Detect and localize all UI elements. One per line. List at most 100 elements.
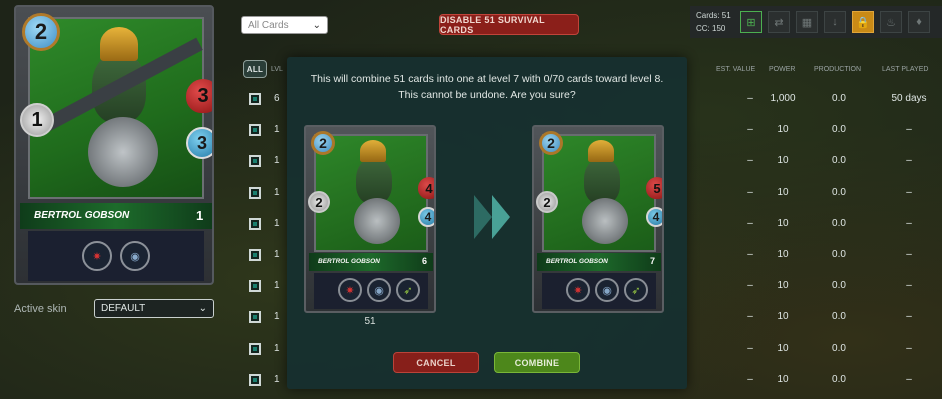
- card-level: 7: [650, 256, 656, 266]
- row-checkbox[interactable]: [249, 217, 261, 230]
- download-icon[interactable]: ↓: [824, 11, 846, 33]
- lock-icon[interactable]: 🔒: [852, 11, 874, 33]
- row-production: 0.0: [832, 124, 846, 136]
- card-count: 51: [364, 316, 376, 327]
- row-power: 10: [777, 311, 789, 323]
- card-name-bar: BERTROL GOBSON 6: [309, 253, 433, 271]
- blast-ability-icon: ✷: [82, 241, 112, 271]
- card-detail: 2 1 3 3 BERTROL GOBSON 1 ✷ ◉: [14, 5, 214, 285]
- dialog-message-line1: This will combine 51 cards into one at l…: [310, 73, 664, 85]
- row-est-value: –: [747, 93, 753, 104]
- dodge-ability-icon: ➶: [624, 278, 648, 302]
- dodge-ability-icon: ➶: [396, 278, 420, 302]
- row-checkbox[interactable]: [249, 373, 261, 386]
- filter-value: All Cards: [248, 19, 289, 31]
- card-filter-select[interactable]: All Cards ⌄: [241, 16, 328, 34]
- row-checkbox[interactable]: [249, 311, 261, 324]
- disable-survival-button[interactable]: DISABLE 51 SURVIVAL CARDS: [439, 14, 579, 35]
- cancel-button[interactable]: CANCEL: [393, 352, 479, 373]
- fire-icon[interactable]: ♦: [908, 11, 930, 33]
- melee-attack-icon: 1: [20, 103, 54, 137]
- row-last-played: –: [906, 217, 912, 229]
- helmet: [360, 140, 386, 162]
- row-checkbox[interactable]: [249, 342, 261, 355]
- row-level: 1: [274, 280, 280, 292]
- burn-icon[interactable]: ♨: [880, 11, 902, 33]
- card-level: 1: [196, 208, 204, 223]
- production-header: PRODUCTION: [814, 66, 862, 73]
- row-power: 10: [777, 249, 789, 260]
- health-icon: 4: [418, 177, 434, 199]
- row-production: 0.0: [832, 186, 846, 198]
- mana-icon: 2: [311, 131, 335, 155]
- est-value-header: EST. VALUE: [716, 66, 756, 73]
- stats-bar: Cards: 51 CC: 150 ⊞ ⇄ ▦ ↓ 🔒 ♨ ♦: [690, 6, 942, 38]
- row-est-value: –: [747, 311, 753, 323]
- row-est-value: –: [747, 217, 753, 229]
- card-name-bar: BERTROL GOBSON 7: [537, 253, 661, 271]
- blast-ability-icon: ✷: [566, 278, 590, 302]
- card-name-bar: BERTROL GOBSON 1: [20, 203, 212, 229]
- lvl-header: LVL: [271, 66, 283, 73]
- row-production: 0.0: [832, 217, 846, 229]
- transfer-icon[interactable]: ⇄: [768, 11, 790, 33]
- card-name: BERTROL GOBSON: [34, 210, 130, 221]
- combine-dialog: This will combine 51 cards into one at l…: [287, 57, 687, 389]
- melee-attack-icon: 2: [536, 191, 558, 213]
- attack-value: 1: [31, 108, 43, 131]
- card-name: BERTROL GOBSON: [318, 258, 380, 265]
- card-abilities-panel: ✷ ◉ ➶: [542, 273, 656, 309]
- health-icon: 5: [646, 177, 662, 199]
- skin-select[interactable]: DEFAULT ⌄: [94, 299, 214, 318]
- cards-count: Cards: 51: [696, 11, 731, 20]
- armor-value: 3: [196, 132, 207, 153]
- health-value: 3: [197, 84, 209, 107]
- sneak-ability-icon: ◉: [595, 278, 619, 302]
- row-level: 1: [274, 373, 280, 385]
- row-last-played: –: [906, 249, 912, 260]
- sneak-ability-icon: ◉: [367, 278, 391, 302]
- add-card-icon[interactable]: ⊞: [740, 11, 762, 33]
- row-est-value: –: [747, 373, 753, 385]
- row-checkbox[interactable]: [249, 249, 261, 261]
- row-last-played: –: [906, 342, 912, 354]
- dialog-message: This will combine 51 cards into one at l…: [287, 71, 687, 103]
- row-last-played: –: [906, 124, 912, 136]
- armor-icon: 4: [418, 207, 434, 227]
- row-checkbox[interactable]: [249, 93, 261, 105]
- chevron-down-icon: ⌄: [312, 19, 321, 31]
- row-level: 6: [274, 93, 280, 104]
- card-level: 6: [422, 256, 428, 266]
- row-power: 1,000: [770, 93, 796, 104]
- blast-ability-icon: ✷: [338, 278, 362, 302]
- row-level: 1: [274, 311, 280, 323]
- combine-button[interactable]: COMBINE: [494, 352, 580, 373]
- mana-icon: 2: [539, 131, 563, 155]
- row-level: 1: [274, 217, 280, 229]
- row-production: 0.0: [832, 311, 846, 323]
- from-card: 2 2 4 4 BERTROL GOBSON 6 ✷ ◉ ➶: [304, 125, 436, 313]
- shield: [88, 117, 158, 187]
- row-checkbox[interactable]: [249, 280, 261, 293]
- row-last-played: 50 days: [891, 93, 927, 104]
- row-production: 0.0: [832, 342, 846, 354]
- card-abilities-panel: ✷ ◉ ➶: [314, 273, 428, 309]
- row-checkbox[interactable]: [249, 186, 261, 199]
- row-last-played: –: [906, 373, 912, 385]
- row-est-value: –: [747, 124, 753, 136]
- arrow-right-icon: [474, 195, 492, 239]
- tab-all[interactable]: ALL: [243, 60, 267, 78]
- row-last-played: –: [906, 280, 912, 292]
- row-checkbox[interactable]: [249, 124, 261, 137]
- row-level: 1: [274, 249, 280, 260]
- sneak-ability-icon: ◉: [120, 241, 150, 271]
- mana-icon: 2: [22, 13, 60, 51]
- row-power: 10: [777, 155, 789, 167]
- armor-icon: 3: [186, 127, 212, 159]
- health-icon: 3: [186, 79, 212, 113]
- rent-icon[interactable]: ▦: [796, 11, 818, 33]
- row-est-value: –: [747, 280, 753, 292]
- cc-count: CC: 150: [696, 24, 726, 33]
- row-level: 1: [274, 186, 280, 198]
- row-checkbox[interactable]: [249, 155, 261, 168]
